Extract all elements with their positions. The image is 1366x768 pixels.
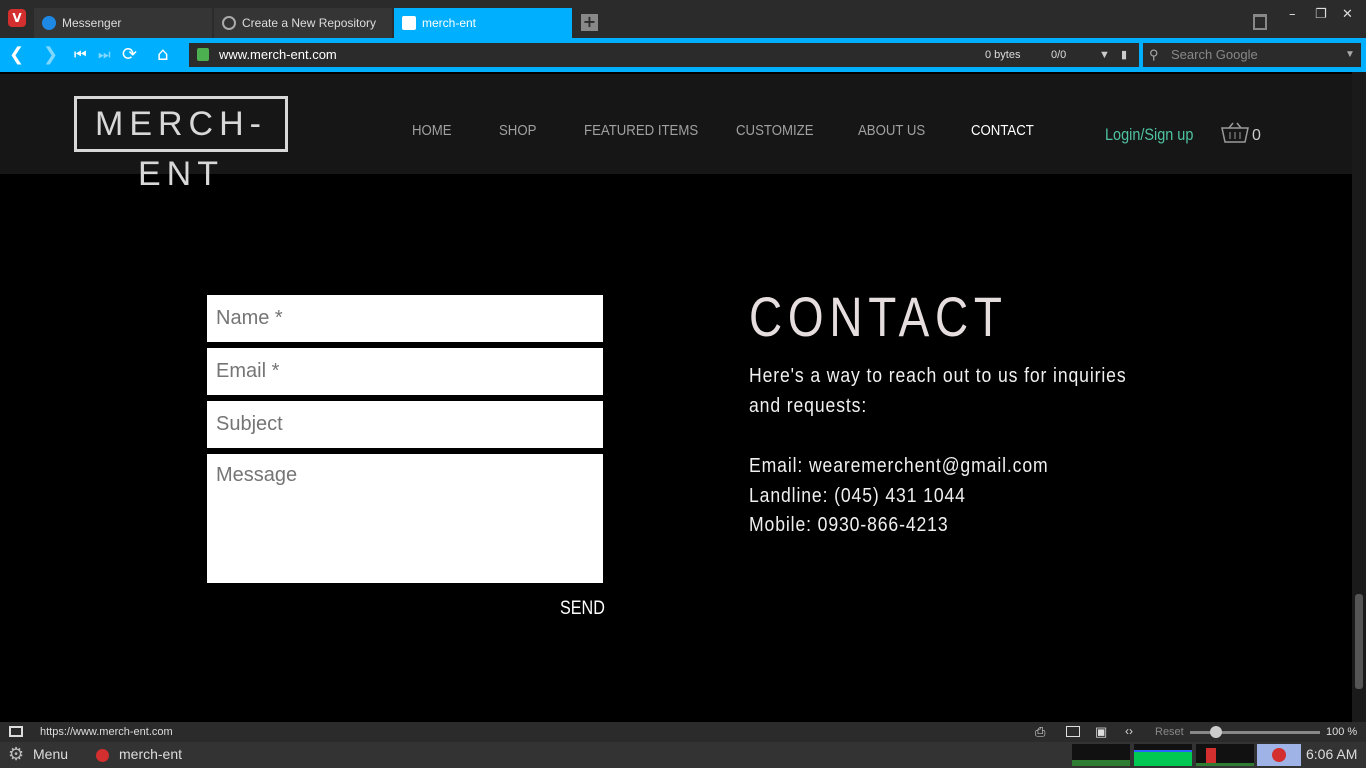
contact-title: CONTACT [749, 285, 1008, 348]
search-placeholder: Search Google [1171, 47, 1258, 62]
home-icon[interactable]: ⌂ [157, 45, 168, 65]
taskbar-app-merch-ent[interactable]: merch-ent [119, 746, 182, 762]
zoom-slider-knob[interactable] [1210, 726, 1222, 738]
subject-field[interactable] [207, 401, 603, 448]
url-field[interactable]: www.merch-ent.com 0 bytes 0/0 ▼ ▮ [189, 43, 1139, 67]
contact-intro-line-1: Here's a way to reach out to us for inqu… [749, 365, 1127, 387]
clock: 6:06 AM [1306, 746, 1358, 762]
fast-forward-icon[interactable]: ⏭ [98, 45, 111, 65]
tab-label: merch-ent [422, 16, 477, 30]
back-icon[interactable]: ❮ [9, 45, 24, 65]
site-header: MERCH-ENT HOME SHOP FEATURED ITEMS CUSTO… [0, 74, 1352, 193]
chevron-down-icon[interactable]: ▼ [1345, 43, 1355, 67]
browser-status-bar: https://www.merch-ent.com ⎙ ▣ ‹› Reset 1… [0, 722, 1366, 742]
panel-toggle-icon[interactable] [9, 726, 23, 737]
image-icon[interactable]: ▣ [1095, 724, 1107, 740]
trash-icon[interactable] [1253, 14, 1267, 30]
nav-customize[interactable]: CUSTOMIZE [736, 122, 813, 139]
nav-home[interactable]: HOME [412, 122, 452, 139]
close-icon[interactable]: ✕ [1342, 7, 1353, 22]
cart-count: 0 [1252, 127, 1261, 144]
menu-gear-icon[interactable]: ⚙ [8, 744, 24, 765]
bookmark-icon[interactable]: ▮ [1121, 43, 1127, 67]
github-icon [222, 16, 236, 30]
tab-merch-ent[interactable]: merch-ent [394, 8, 572, 38]
memory-graph [1134, 744, 1192, 766]
web-page: MERCH-ENT HOME SHOP FEATURED ITEMS CUSTO… [0, 72, 1352, 722]
minimize-icon[interactable]: – [1289, 7, 1296, 22]
tab-label: Create a New Repository [242, 16, 377, 30]
nav-about-us[interactable]: ABOUT US [858, 122, 925, 139]
page-icon [402, 16, 416, 30]
nav-shop[interactable]: SHOP [499, 122, 536, 139]
new-tab-button[interactable]: + [581, 14, 598, 31]
address-toolbar: ❮ ❯ ⏮ ⏭ ⟳ ⌂ www.merch-ent.com 0 bytes 0/… [0, 38, 1366, 72]
zoom-reset-button[interactable]: Reset [1155, 726, 1184, 738]
url-text: www.merch-ent.com [219, 47, 337, 62]
vivaldi-icon [1272, 748, 1286, 762]
browser-tab-bar: V Messenger Create a New Repository merc… [0, 0, 1366, 38]
rewind-icon[interactable]: ⏮ [74, 45, 87, 65]
network-graph [1196, 744, 1254, 766]
zoom-level: 100 % [1326, 726, 1358, 738]
nav-featured-items[interactable]: FEATURED ITEMS [584, 122, 698, 139]
tab-label: Messenger [62, 16, 122, 30]
name-field[interactable] [207, 295, 603, 342]
lock-icon [197, 48, 209, 61]
tile-icon[interactable] [1066, 726, 1080, 737]
messenger-icon [42, 16, 56, 30]
search-input[interactable]: ⚲ Search Google ▼ [1143, 43, 1361, 67]
forward-icon[interactable]: ❯ [43, 45, 58, 65]
contact-landline: Landline: (045) 431 1044 [749, 485, 966, 507]
reload-icon[interactable]: ⟳ [122, 45, 137, 65]
tab-create-repository[interactable]: Create a New Repository [214, 8, 392, 38]
contact-intro-line-2: and requests: [749, 395, 868, 417]
email-field[interactable] [207, 348, 603, 395]
tray-vivaldi-button[interactable] [1257, 744, 1301, 766]
os-taskbar: ⚙ Menu merch-ent 6:06 AM [0, 742, 1366, 768]
page-scrollbar[interactable] [1352, 72, 1366, 722]
login-signup-link[interactable]: Login/Sign up [1105, 125, 1193, 145]
search-icon: ⚲ [1149, 47, 1159, 62]
block-counter: 0/0 [1051, 49, 1067, 61]
cart-icon[interactable] [1221, 122, 1249, 144]
tab-messenger[interactable]: Messenger [34, 8, 212, 38]
menu-button[interactable]: Menu [33, 746, 68, 762]
message-field[interactable] [207, 454, 603, 583]
bytes-counter: 0 bytes [985, 49, 1021, 61]
nav-contact[interactable]: CONTACT [971, 122, 1034, 139]
restore-icon[interactable]: ❐ [1315, 7, 1327, 22]
site-logo[interactable]: MERCH-ENT [74, 96, 288, 193]
contact-email: Email: wearemerchent@gmail.com [749, 455, 1049, 477]
contact-mobile: Mobile: 0930-866-4213 [749, 514, 949, 536]
camera-icon[interactable]: ⎙ [1035, 724, 1045, 740]
code-icon[interactable]: ‹› [1125, 724, 1133, 738]
send-button[interactable]: SEND [560, 598, 605, 620]
vivaldi-icon [96, 749, 109, 762]
vivaldi-logo-icon[interactable]: V [8, 9, 26, 27]
chevron-down-icon[interactable]: ▼ [1099, 43, 1110, 67]
status-url: https://www.merch-ent.com [40, 726, 173, 738]
scrollbar-thumb[interactable] [1355, 594, 1363, 689]
cpu-graph [1072, 744, 1130, 766]
